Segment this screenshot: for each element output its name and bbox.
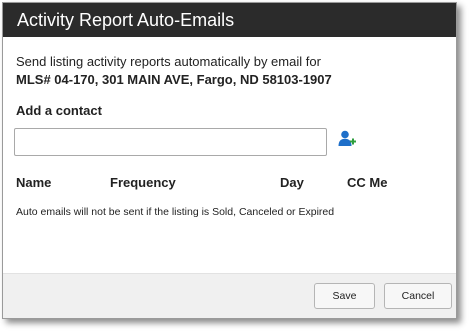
column-header-name: Name bbox=[16, 175, 52, 190]
save-button[interactable]: Save bbox=[314, 283, 375, 309]
column-header-day: Day bbox=[280, 175, 304, 190]
contact-search-input[interactable] bbox=[14, 128, 327, 156]
column-header-frequency: Frequency bbox=[110, 175, 176, 190]
listing-address: MLS# 04-170, 301 MAIN AVE, Fargo, ND 581… bbox=[16, 72, 332, 87]
column-header-cc-me: CC Me bbox=[347, 175, 388, 190]
screenshot-background: Activity Report Auto-Emails Send listing… bbox=[0, 0, 476, 336]
add-contact-row bbox=[14, 128, 443, 158]
add-user-icon[interactable] bbox=[337, 129, 357, 149]
auto-emails-dialog: Activity Report Auto-Emails Send listing… bbox=[2, 2, 457, 319]
contacts-table-header: Name Frequency Day CC Me bbox=[16, 175, 443, 193]
dialog-body: Send listing activity reports automatica… bbox=[3, 52, 456, 218]
dialog-title: Activity Report Auto-Emails bbox=[3, 3, 456, 37]
add-contact-label: Add a contact bbox=[16, 103, 102, 118]
cancel-button[interactable]: Cancel bbox=[384, 283, 452, 309]
intro-text: Send listing activity reports automatica… bbox=[16, 54, 321, 69]
dialog-footer: Save Cancel bbox=[3, 273, 456, 318]
auto-email-note: Auto emails will not be sent if the list… bbox=[16, 206, 335, 218]
